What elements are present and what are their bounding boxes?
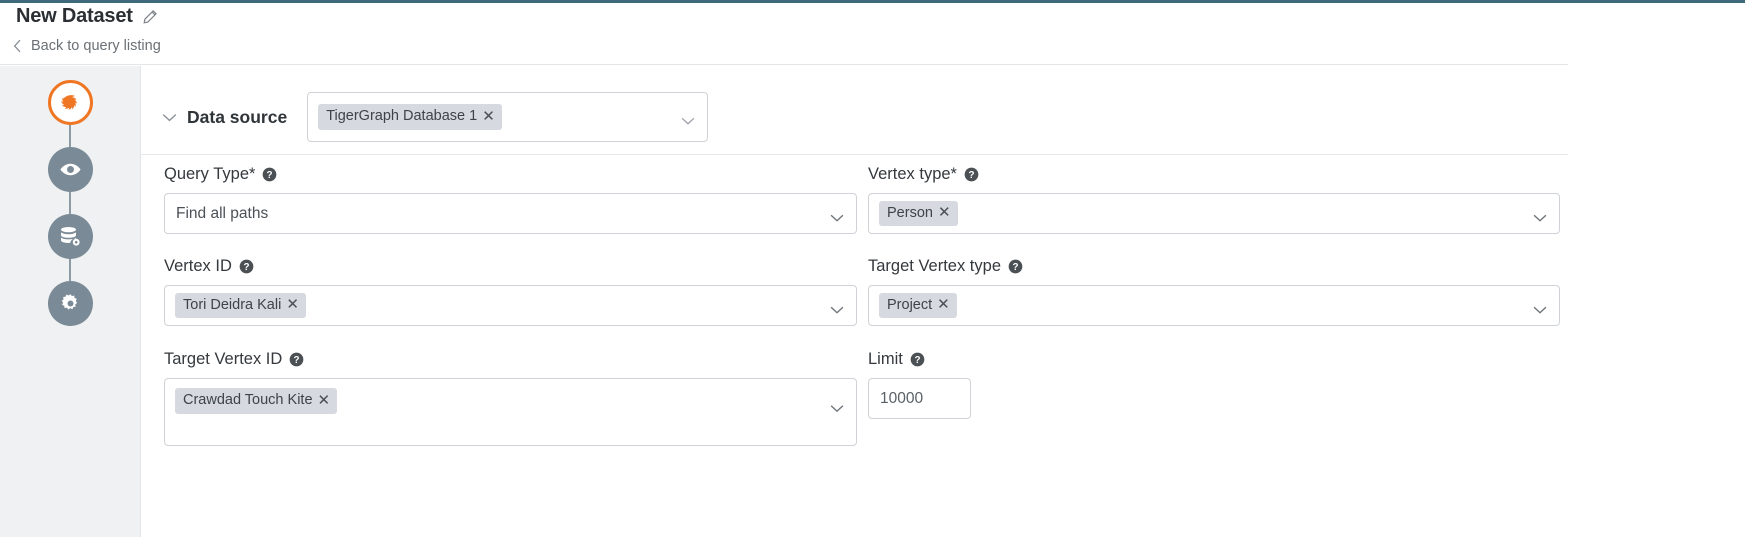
- svg-text:?: ?: [968, 169, 974, 180]
- field-label: Limit ?: [868, 349, 1561, 369]
- chip[interactable]: Project ✕: [879, 293, 957, 319]
- back-link-label: Back to query listing: [31, 38, 161, 54]
- chip[interactable]: Crawdad Touch Kite ✕: [175, 388, 337, 414]
- chevron-down-icon[interactable]: [681, 113, 695, 122]
- svg-text:?: ?: [294, 354, 300, 365]
- vertex-id-label: Vertex ID: [164, 257, 232, 276]
- chip-label: Person: [887, 205, 933, 222]
- help-circle-icon[interactable]: ?: [1008, 259, 1023, 274]
- field-query-type: Query Type* ? Find all paths: [164, 164, 857, 234]
- help-circle-icon[interactable]: ?: [964, 167, 979, 182]
- chevron-down-icon[interactable]: [830, 400, 844, 409]
- svg-text:?: ?: [243, 261, 249, 272]
- svg-text:?: ?: [1012, 261, 1018, 272]
- chevron-left-icon: [13, 39, 22, 53]
- chip[interactable]: TigerGraph Database 1 ✕: [318, 104, 502, 130]
- target-vertex-type-label: Target Vertex type: [868, 257, 1001, 276]
- gear-icon: [59, 292, 82, 315]
- field-label: Vertex type* ?: [868, 164, 1561, 184]
- stepper-connector: [69, 259, 71, 281]
- tigergraph-logo-icon: [55, 87, 86, 118]
- page-title: New Dataset: [16, 5, 133, 28]
- chip-label: Crawdad Touch Kite: [183, 392, 313, 409]
- vertex-id-select[interactable]: Tori Deidra Kali ✕: [164, 285, 857, 326]
- stepper-item-tigergraph-logo[interactable]: [48, 80, 93, 125]
- field-target-vertex-id: Target Vertex ID ? Crawdad Touch Kite: [164, 349, 857, 446]
- chevron-down-icon[interactable]: [830, 209, 844, 218]
- vertex-type-select[interactable]: Person ✕: [868, 193, 1560, 234]
- close-icon[interactable]: ✕: [482, 109, 495, 124]
- chip-label: Project: [887, 297, 932, 314]
- data-source-row: Data source TigerGraph Database 1 ✕: [141, 80, 1568, 155]
- field-vertex-id: Vertex ID ? Tori Deidra Kali: [164, 256, 857, 326]
- chip[interactable]: Person ✕: [879, 201, 958, 227]
- help-circle-icon[interactable]: ?: [910, 352, 925, 367]
- target-vertex-id-label: Target Vertex ID: [164, 350, 282, 369]
- eye-icon: [59, 158, 82, 181]
- page-header: New Dataset Back to query listing: [0, 3, 1568, 65]
- field-label: Query Type* ?: [164, 164, 857, 184]
- back-to-query-listing-link[interactable]: Back to query listing: [13, 38, 161, 54]
- field-label: Target Vertex ID ?: [164, 349, 857, 369]
- query-type-select[interactable]: Find all paths: [165, 194, 856, 233]
- chip[interactable]: Tori Deidra Kali ✕: [175, 293, 306, 319]
- field-target-vertex-type: Target Vertex type ? Project: [868, 256, 1561, 326]
- limit-label: Limit: [868, 350, 903, 369]
- chevron-down-icon[interactable]: [1533, 209, 1547, 218]
- limit-input-wrapper[interactable]: [868, 378, 971, 419]
- query-type-label: Query Type*: [164, 165, 255, 184]
- query-builder-card: Data source TigerGraph Database 1 ✕: [141, 66, 1568, 537]
- target-vertex-type-select[interactable]: Project ✕: [868, 285, 1560, 326]
- limit-input[interactable]: [869, 379, 970, 418]
- field-label: Vertex ID ?: [164, 256, 857, 276]
- database-gear-icon: [58, 225, 82, 249]
- stepper-item-preview[interactable]: [48, 147, 93, 192]
- chip-label: TigerGraph Database 1: [326, 108, 477, 125]
- stepper-rail: [0, 66, 141, 537]
- stepper-connector: [69, 125, 71, 147]
- field-limit: Limit ?: [868, 349, 1561, 419]
- close-icon[interactable]: ✕: [286, 297, 299, 312]
- help-circle-icon[interactable]: ?: [262, 167, 277, 182]
- chevron-down-icon[interactable]: [161, 109, 177, 125]
- field-vertex-type: Vertex type* ? Person ✕: [868, 164, 1561, 234]
- help-circle-icon[interactable]: ?: [289, 352, 304, 367]
- close-icon[interactable]: ✕: [938, 205, 951, 220]
- target-vertex-id-select[interactable]: Crawdad Touch Kite ✕: [164, 378, 857, 446]
- title-row: New Dataset: [16, 5, 158, 28]
- stepper-list: [0, 80, 140, 326]
- app-root: New Dataset Back to query listing: [0, 0, 1745, 537]
- close-icon[interactable]: ✕: [318, 393, 331, 408]
- close-icon[interactable]: ✕: [937, 297, 950, 312]
- svg-text:?: ?: [267, 169, 273, 180]
- pencil-icon[interactable]: [142, 9, 158, 25]
- chip-label: Tori Deidra Kali: [183, 297, 281, 314]
- stepper-item-settings[interactable]: [48, 281, 93, 326]
- data-source-select[interactable]: TigerGraph Database 1 ✕: [307, 92, 708, 142]
- field-label: Target Vertex type ?: [868, 256, 1561, 276]
- chevron-down-icon[interactable]: [1533, 301, 1547, 310]
- body-area: Data source TigerGraph Database 1 ✕: [0, 66, 1568, 537]
- svg-text:?: ?: [914, 354, 920, 365]
- data-source-label: Data source: [187, 107, 287, 128]
- help-circle-icon[interactable]: ?: [239, 259, 254, 274]
- query-type-select-wrapper[interactable]: Find all paths: [164, 193, 857, 234]
- vertex-type-label: Vertex type*: [868, 165, 957, 184]
- stepper-item-data-source[interactable]: [48, 214, 93, 259]
- stepper-connector: [69, 192, 71, 214]
- chevron-down-icon[interactable]: [830, 301, 844, 310]
